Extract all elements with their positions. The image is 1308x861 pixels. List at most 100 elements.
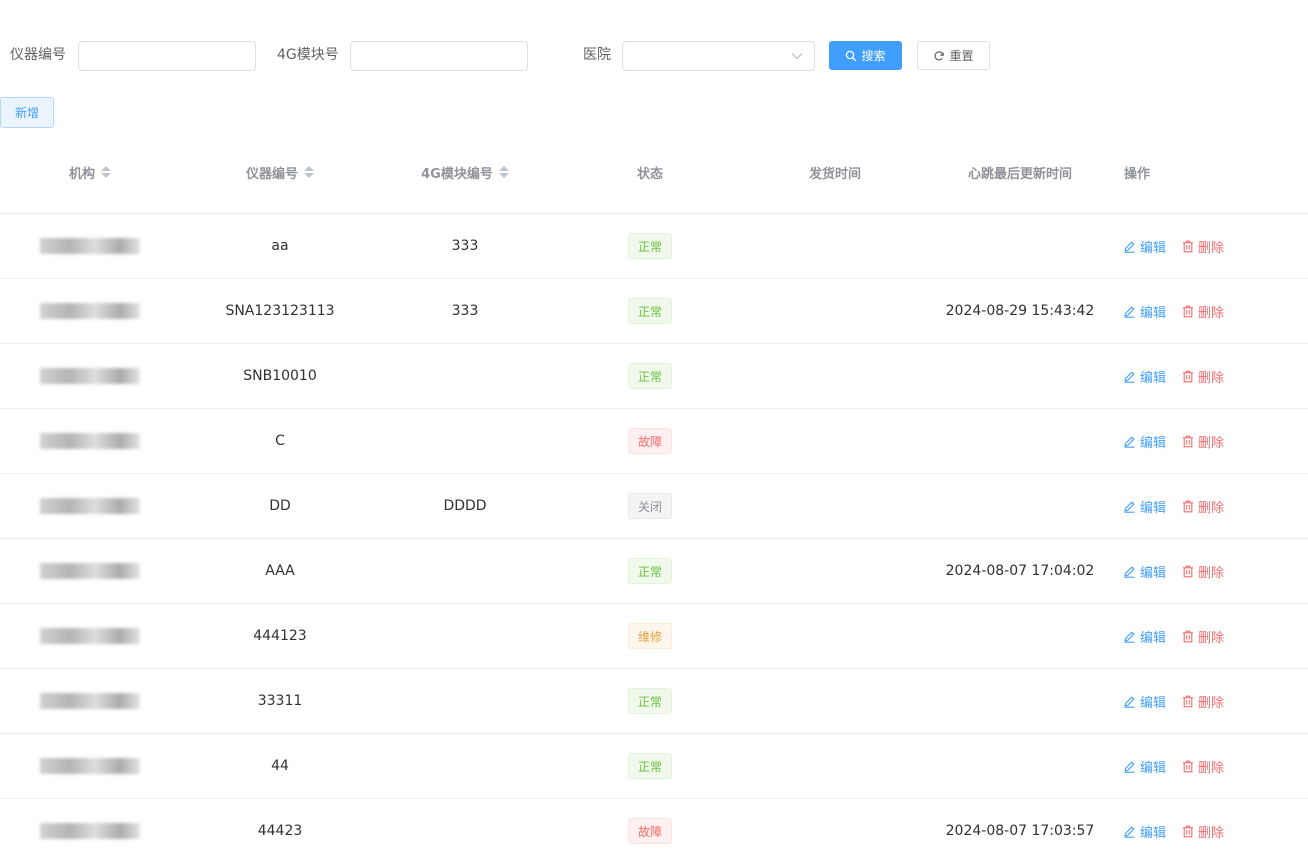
table-row: SNA123123113 333 正常 2024-08-29 15:43:42 …	[0, 279, 1308, 344]
delete-button-label: 删除	[1198, 500, 1225, 516]
delete-button[interactable]: 删除	[1182, 367, 1224, 386]
module-no-label: 4G模块号	[277, 47, 339, 63]
edit-icon	[1124, 241, 1135, 253]
org-name-redacted	[40, 758, 140, 774]
device-no-label: 仪器编号	[10, 47, 66, 63]
device-no-cell: 44423	[257, 823, 303, 839]
row-actions: 编辑 删除	[1123, 604, 1224, 668]
module-no-input[interactable]	[350, 41, 528, 71]
trash-icon	[1183, 370, 1194, 382]
column-header-module-no[interactable]: 4G模块编号	[390, 130, 540, 214]
table-row: C 故障 编辑 删除	[0, 409, 1308, 474]
status-badge: 正常	[627, 558, 672, 584]
trash-icon	[1183, 630, 1194, 642]
column-header-org[interactable]: 机构	[40, 130, 140, 214]
status-badge: 正常	[627, 298, 672, 324]
edit-button[interactable]: 编辑	[1123, 367, 1166, 386]
row-actions: 编辑 删除	[1123, 669, 1224, 733]
delete-button[interactable]: 删除	[1182, 757, 1224, 776]
delete-button[interactable]: 删除	[1182, 302, 1224, 321]
edit-button[interactable]: 编辑	[1123, 237, 1166, 256]
column-header-org-label: 机构	[68, 166, 95, 182]
edit-button[interactable]: 编辑	[1123, 302, 1166, 321]
ship-time-cell	[770, 409, 900, 473]
hospital-select[interactable]	[622, 41, 815, 71]
module-no-cell	[390, 409, 540, 473]
sort-icon[interactable]	[304, 166, 314, 178]
sort-icon[interactable]	[101, 166, 111, 178]
column-header-actions: 操作	[1123, 166, 1150, 182]
column-header-status: 状态	[636, 166, 663, 182]
device-no-cell: 444123	[253, 628, 307, 644]
delete-button[interactable]: 删除	[1182, 237, 1224, 256]
edit-button[interactable]: 编辑	[1123, 757, 1166, 776]
trash-icon	[1183, 565, 1194, 577]
status-cell: 正常	[590, 539, 710, 603]
ship-time-cell	[770, 604, 900, 668]
status-cell: 故障	[590, 799, 710, 861]
heartbeat-time-cell	[940, 214, 1100, 278]
status-cell: 正常	[590, 669, 710, 733]
table-row: DD DDDD 关闭 编辑 删除	[0, 474, 1308, 539]
delete-button[interactable]: 删除	[1182, 627, 1224, 646]
delete-button[interactable]: 删除	[1182, 432, 1224, 451]
device-no-input[interactable]	[78, 41, 256, 71]
column-header-device-no[interactable]: 仪器编号	[210, 130, 350, 214]
heartbeat-time-cell: 2024-08-07 17:03:57	[945, 823, 1095, 839]
device-no-cell: AAA	[265, 563, 295, 579]
reset-button[interactable]: 重置	[917, 41, 990, 70]
device-no-cell: SNA123123113	[225, 303, 335, 319]
module-no-cell	[390, 344, 540, 408]
device-no-cell: aa	[271, 238, 289, 254]
ship-time-cell	[770, 539, 900, 603]
delete-button[interactable]: 删除	[1182, 692, 1224, 711]
org-cell	[40, 214, 140, 278]
row-actions: 编辑 删除	[1123, 539, 1224, 603]
trash-icon	[1183, 435, 1194, 447]
edit-button-label: 编辑	[1140, 760, 1167, 776]
org-name-redacted	[40, 303, 140, 319]
column-header-device-no-label: 仪器编号	[245, 166, 298, 182]
edit-icon	[1124, 566, 1135, 578]
heartbeat-time-cell	[940, 344, 1100, 408]
status-badge: 正常	[627, 363, 672, 389]
edit-button[interactable]: 编辑	[1123, 497, 1166, 516]
table-row: 444123 维修 编辑 删除	[0, 604, 1308, 669]
edit-button[interactable]: 编辑	[1123, 822, 1166, 841]
row-actions: 编辑 删除	[1123, 409, 1224, 473]
ship-time-cell	[770, 474, 900, 538]
refresh-icon	[934, 50, 945, 60]
delete-button[interactable]: 删除	[1182, 497, 1224, 516]
org-name-redacted	[40, 628, 140, 644]
table-row: aa 333 正常 编辑 删除	[0, 214, 1308, 279]
delete-button[interactable]: 删除	[1182, 562, 1224, 581]
table-row: 33311 正常 编辑 删除	[0, 669, 1308, 734]
trash-icon	[1183, 695, 1194, 707]
status-cell: 正常	[590, 279, 710, 343]
delete-button[interactable]: 删除	[1182, 822, 1224, 841]
edit-button[interactable]: 编辑	[1123, 562, 1166, 581]
heartbeat-time-cell	[940, 604, 1100, 668]
edit-button[interactable]: 编辑	[1123, 692, 1166, 711]
edit-button[interactable]: 编辑	[1123, 627, 1166, 646]
edit-button[interactable]: 编辑	[1123, 432, 1166, 451]
trash-icon	[1183, 825, 1194, 837]
chevron-down-icon[interactable]	[790, 50, 804, 62]
table-header: 机构 仪器编号 4G模块编号 状态 发货时间 心跳最后更新时间 操作	[0, 130, 1308, 214]
search-button[interactable]: 搜索	[829, 41, 902, 70]
edit-icon	[1124, 306, 1135, 318]
column-header-ship-time: 发货时间	[808, 166, 861, 182]
org-name-redacted	[40, 693, 140, 709]
edit-icon	[1124, 371, 1135, 383]
row-actions: 编辑 删除	[1123, 344, 1224, 408]
ship-time-cell	[770, 799, 900, 861]
module-no-cell	[390, 604, 540, 668]
status-badge: 正常	[627, 753, 672, 779]
row-actions: 编辑 删除	[1123, 799, 1224, 861]
add-button[interactable]: 新增	[0, 97, 54, 128]
status-badge: 正常	[627, 688, 672, 714]
sort-icon[interactable]	[498, 166, 509, 178]
delete-button-label: 删除	[1198, 760, 1225, 776]
table-row: 44 正常 编辑 删除	[0, 734, 1308, 799]
status-cell: 维修	[590, 604, 710, 668]
